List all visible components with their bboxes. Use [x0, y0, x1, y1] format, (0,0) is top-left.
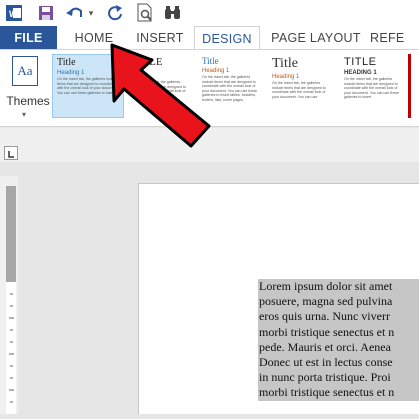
- annotation-arrow-icon: [110, 43, 211, 148]
